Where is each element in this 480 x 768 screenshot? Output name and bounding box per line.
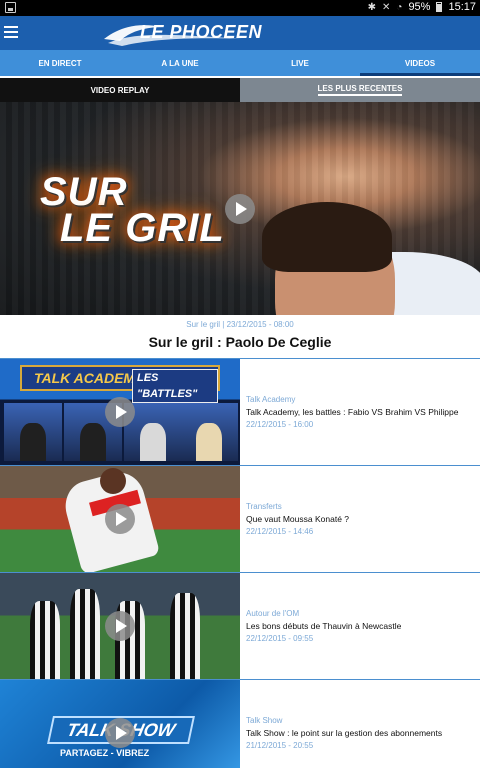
talk-academy-banner-text: TALK ACADEMY bbox=[34, 370, 145, 386]
tab-en-direct[interactable]: EN DIRECT bbox=[0, 50, 120, 76]
play-icon[interactable] bbox=[225, 194, 255, 224]
sur-le-gril-logo: SUR LE GRIL bbox=[40, 172, 225, 250]
logo-text: LE PHOCEEN bbox=[140, 22, 263, 42]
tab-live[interactable]: LIVE bbox=[240, 50, 360, 76]
talk-show-tagline: PARTAGEZ - VIBREZ bbox=[60, 748, 150, 758]
video-category: Talk Academy bbox=[246, 395, 296, 404]
video-sub-tabs: VIDEO REPLAY LES PLUS RECENTES bbox=[0, 78, 480, 102]
video-date: 22/12/2015 - 16:00 bbox=[246, 420, 314, 429]
video-panel bbox=[180, 403, 238, 461]
video-info: Transferts Que vaut Moussa Konaté ? 22/1… bbox=[246, 466, 476, 572]
battery-icon bbox=[436, 2, 443, 12]
video-category: Talk Show bbox=[246, 716, 283, 725]
hero-meta: Sur le gril | 23/12/2015 - 08:00 bbox=[186, 320, 294, 329]
video-thumbnail[interactable] bbox=[0, 573, 240, 679]
main-tabs: EN DIRECT A LA UNE LIVE VIDEOS bbox=[0, 50, 480, 76]
list-item[interactable]: TALK ACADEMY LES "BATTLES" Talk Academy … bbox=[0, 358, 480, 465]
player-head bbox=[100, 468, 126, 494]
app-logo[interactable]: LE PHOCEEN bbox=[102, 19, 262, 47]
video-thumbnail[interactable]: TALK ACADEMY LES "BATTLES" bbox=[0, 359, 240, 465]
video-category: Autour de l'OM bbox=[246, 609, 300, 618]
player-figure bbox=[30, 601, 60, 679]
app-bar: LE PHOCEEN bbox=[0, 16, 480, 50]
hero-title[interactable]: Sur le gril : Paolo De Ceglie bbox=[0, 334, 480, 350]
screenshot-icon bbox=[5, 2, 16, 13]
sur-le-gril-line-2: LE GRIL bbox=[60, 206, 225, 250]
hero-video-thumbnail[interactable]: SUR LE GRIL bbox=[0, 102, 480, 315]
video-title[interactable]: Talk Show : le point sur la gestion des … bbox=[246, 728, 442, 738]
tab-videos[interactable]: VIDEOS bbox=[360, 50, 480, 76]
video-date: 22/12/2015 - 14:46 bbox=[246, 527, 314, 536]
play-icon[interactable] bbox=[105, 504, 135, 534]
video-list: TALK ACADEMY LES "BATTLES" Talk Academy … bbox=[0, 358, 480, 768]
player-hair bbox=[262, 202, 392, 272]
player-figure bbox=[170, 593, 200, 679]
status-bar: ✱ ✕ ◔ 95% 15:17 bbox=[0, 0, 480, 16]
play-icon[interactable] bbox=[105, 718, 135, 748]
clock: 15:17 bbox=[448, 1, 476, 13]
list-item[interactable]: TALK SHOW PARTAGEZ - VIBREZ Talk Show Ta… bbox=[0, 679, 480, 768]
battles-tag: LES "BATTLES" bbox=[132, 369, 218, 403]
play-icon[interactable] bbox=[105, 611, 135, 641]
video-title[interactable]: Talk Academy, les battles : Fabio VS Bra… bbox=[246, 407, 458, 417]
video-title[interactable]: Les bons débuts de Thauvin à Newcastle bbox=[246, 621, 401, 631]
talk-academy-banner: TALK ACADEMY LES "BATTLES" bbox=[20, 365, 220, 403]
subtab-video-replay-label: VIDEO REPLAY bbox=[90, 85, 150, 95]
list-item[interactable]: Transferts Que vaut Moussa Konaté ? 22/1… bbox=[0, 465, 480, 572]
subtab-les-plus-recentes-label: LES PLUS RECENTES bbox=[317, 84, 403, 96]
wifi-icon: ◔ bbox=[396, 1, 403, 13]
player-figure bbox=[70, 589, 100, 679]
hamburger-menu-icon[interactable] bbox=[4, 26, 18, 38]
subtab-les-plus-recentes[interactable]: LES PLUS RECENTES bbox=[240, 78, 480, 102]
video-info: Autour de l'OM Les bons débuts de Thauvi… bbox=[246, 573, 476, 679]
video-info: Talk Show Talk Show : le point sur la ge… bbox=[246, 680, 476, 768]
list-item[interactable]: Autour de l'OM Les bons débuts de Thauvi… bbox=[0, 572, 480, 679]
tab-a-la-une[interactable]: A LA UNE bbox=[120, 50, 240, 76]
battery-percent: 95% bbox=[408, 1, 431, 13]
video-thumbnail[interactable] bbox=[0, 466, 240, 572]
bluetooth-icon: ✱ bbox=[367, 1, 376, 13]
subtab-video-replay[interactable]: VIDEO REPLAY bbox=[0, 78, 240, 102]
video-category: Transferts bbox=[246, 502, 282, 511]
video-date: 21/12/2015 - 20:55 bbox=[246, 741, 314, 750]
video-thumbnail[interactable]: TALK SHOW PARTAGEZ - VIBREZ bbox=[0, 680, 240, 768]
video-date: 22/12/2015 - 09:55 bbox=[246, 634, 314, 643]
video-title[interactable]: Que vaut Moussa Konaté ? bbox=[246, 514, 349, 524]
status-icons: ✱ ✕ ◔ 95% 15:17 bbox=[368, 1, 476, 13]
video-info: Talk Academy Talk Academy, les battles :… bbox=[246, 359, 476, 465]
play-icon[interactable] bbox=[105, 397, 135, 427]
video-panel bbox=[4, 403, 62, 461]
mute-icon: ✕ bbox=[382, 1, 391, 13]
